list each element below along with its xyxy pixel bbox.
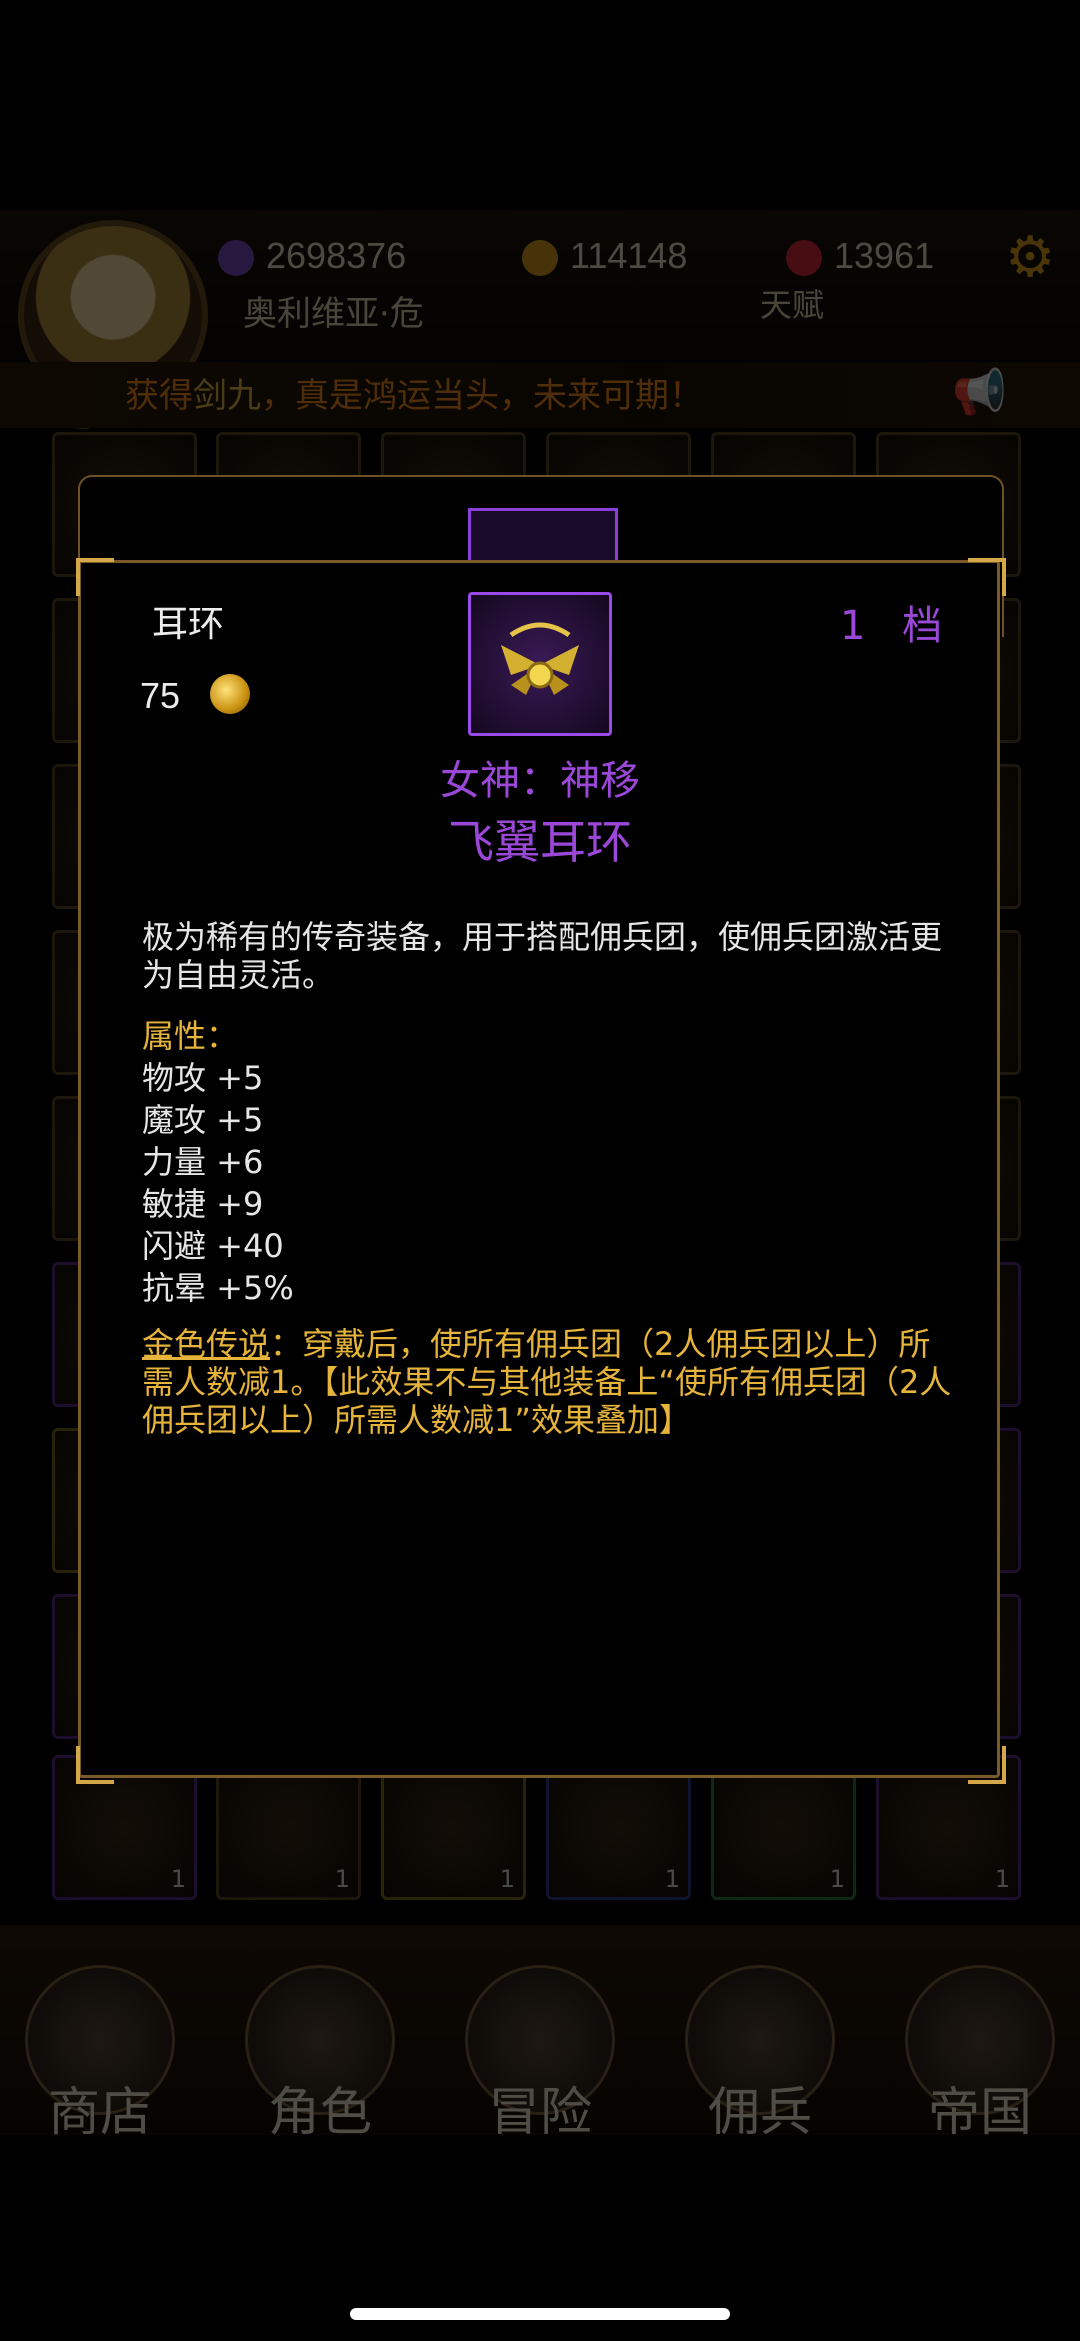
resource-gold: 114148 [522, 228, 687, 284]
item-type: 耳环 [152, 604, 225, 645]
item-description: 极为稀有的传奇装备，用于搭配佣兵团，使佣兵团激活更为自由灵活。 [142, 918, 943, 994]
slot-count: 1 [499, 1865, 515, 1893]
corner-ornament [76, 558, 114, 596]
announcement-highlight: 剑九 [193, 376, 261, 416]
corner-ornament [968, 558, 1006, 596]
ruby-count: 13961 [834, 235, 935, 276]
attribute-line: 魔攻 +5 [142, 1101, 264, 1139]
announcement-suffix: ，真是鸿运当头，未来可期！ [261, 376, 703, 416]
attribute-line: 敏捷 +9 [142, 1185, 264, 1223]
item-set-name: 女神：神移 [440, 758, 640, 804]
attribute-line: 力量 +6 [142, 1143, 264, 1181]
gold-coin-icon [210, 674, 250, 714]
item-name: 飞翼耳环 [448, 815, 632, 869]
legendary-title: 金色传说 [142, 1325, 271, 1363]
slot-count: 1 [994, 1865, 1010, 1893]
nav-mercenary[interactable]: 佣兵 [685, 2070, 835, 2145]
nav-shop[interactable]: 商店 [25, 2070, 175, 2145]
ruby-icon [786, 240, 822, 277]
gold-count: 114148 [570, 235, 688, 276]
nav-empire[interactable]: 帝国 [905, 2070, 1055, 2145]
home-indicator[interactable] [350, 2308, 730, 2320]
winged-earring-icon [468, 592, 612, 736]
slot-count: 1 [334, 1865, 350, 1893]
gem-count: 2698376 [266, 235, 407, 276]
megaphone-icon[interactable]: 📢 [952, 366, 1007, 418]
legendary-effect: 金色传说：穿戴后，使所有佣兵团（2人佣兵团以上）所需人数减1。【此效果不与其他装… [142, 1325, 962, 1439]
corner-ornament [76, 1746, 114, 1784]
attributes-header: 属性： [142, 1017, 239, 1055]
resource-ruby: 13961 [786, 228, 934, 284]
talent-button[interactable]: 天赋 [760, 280, 824, 326]
slot-count: 1 [829, 1865, 845, 1893]
nav-adventure[interactable]: 冒险 [465, 2070, 615, 2145]
announcement-text: 获得剑九，真是鸿运当头，未来可期！ [125, 368, 703, 417]
attribute-list: 属性： 物攻 +5 魔攻 +5 力量 +6 敏捷 +9 闪避 +40 抗晕 +5… [142, 1015, 294, 1309]
corner-ornament [968, 1746, 1006, 1784]
slot-count: 1 [664, 1865, 680, 1893]
item-tier: 1 档 [840, 603, 955, 649]
attribute-line: 闪避 +40 [142, 1227, 284, 1265]
slot-count: 1 [170, 1865, 186, 1893]
gear-icon[interactable]: ⚙ [1005, 228, 1055, 288]
nav-character[interactable]: 角色 [245, 2070, 395, 2145]
player-name: 奥利维亚·危 [243, 294, 424, 334]
resource-gem: 2698376 [218, 228, 406, 284]
announcement-prefix: 获得 [125, 376, 193, 416]
gold-coin-icon [522, 240, 558, 277]
item-price: 75 [140, 675, 181, 716]
attribute-line: 物攻 +5 [142, 1059, 264, 1097]
attribute-line: 抗晕 +5% [142, 1269, 294, 1307]
gem-icon [218, 240, 254, 277]
